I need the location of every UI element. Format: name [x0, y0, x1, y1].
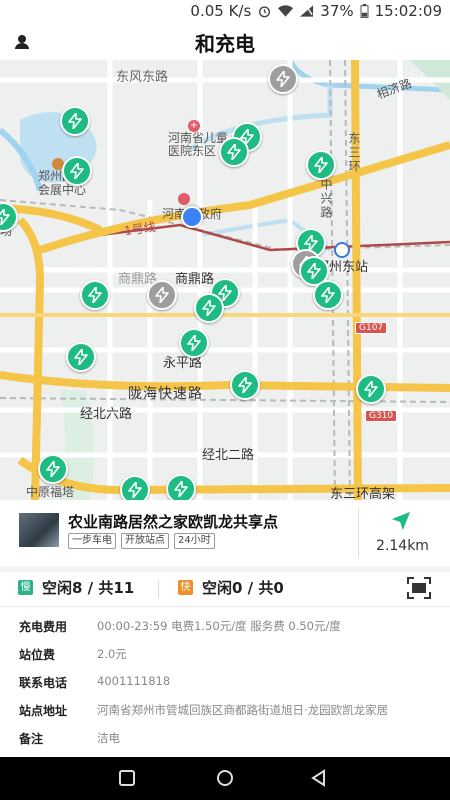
info-label: 站位费: [19, 648, 56, 662]
network-speed: 0.05 K/s: [190, 2, 252, 20]
map-label-dongsanhuan: 东三环: [347, 132, 361, 174]
station-distance: 2.14km: [376, 538, 429, 554]
lightning-bolt-icon: [314, 157, 328, 173]
charging-station-marker[interactable]: [219, 137, 249, 167]
clock: 15:02:09: [374, 2, 442, 20]
station-thumbnail: [19, 513, 59, 547]
charging-station-marker[interactable]: [356, 374, 386, 404]
charging-station-marker[interactable]: [230, 370, 260, 400]
charging-station-marker[interactable]: [120, 475, 150, 500]
signal-icon: [300, 5, 314, 17]
charging-station-marker[interactable]: [66, 342, 96, 372]
lightning-bolt-icon: [88, 287, 102, 303]
route-shield-g107: G107: [355, 322, 388, 334]
charging-station-marker[interactable]: [313, 280, 343, 310]
info-value: 洁电: [97, 731, 120, 745]
charging-station-marker[interactable]: [60, 106, 90, 136]
lightning-bolt-icon: [46, 461, 60, 477]
station-card[interactable]: 农业南路居然之家欧凯龙共享点 一步车电 开放站点 24小时 2.14km: [0, 500, 450, 567]
station-tags: 一步车电 开放站点 24小时: [68, 533, 215, 549]
info-label: 站点地址: [19, 704, 68, 718]
charging-station-marker[interactable]: [179, 328, 209, 358]
scan-icon[interactable]: [407, 577, 431, 599]
lightning-bolt-icon: [307, 263, 321, 279]
station-name: 农业南路居然之家欧凯龙共享点: [68, 513, 279, 531]
title-bar: 和充电: [0, 24, 450, 60]
info-value: 00:00-23:59 电费1.50元/度 服务费 0.50元/度: [97, 619, 341, 633]
battery-icon: [360, 4, 369, 18]
slow-availability: 空闲8 / 共11: [42, 579, 135, 597]
info-value: 2.0元: [97, 647, 127, 661]
info-value[interactable]: 4001111818: [97, 674, 170, 688]
lightning-bolt-icon: [74, 349, 88, 365]
government-icon: [178, 193, 190, 205]
lightning-bolt-icon: [128, 482, 142, 498]
system-nav-bar: [0, 757, 450, 800]
station-tag: 24小时: [174, 533, 215, 549]
station-info: 充电费用 00:00-23:59 电费1.50元/度 服务费 0.50元/度 站…: [0, 610, 450, 750]
charging-station-marker[interactable]: [80, 280, 110, 310]
alarm-icon: [259, 6, 271, 18]
map-label-zhongyuan-futa: 中原福塔: [26, 485, 75, 499]
info-label: 充电费用: [19, 620, 68, 634]
lightning-bolt-icon: [187, 335, 201, 351]
station-tag: 一步车电: [68, 533, 116, 549]
map-label-longhai-expwy: 陇海快速路: [128, 386, 203, 402]
info-row-fee: 充电费用 00:00-23:59 电费1.50元/度 服务费 0.50元/度: [0, 610, 450, 638]
info-label: 备注: [19, 732, 44, 746]
info-row-address: 站点地址 河南省郑州市管城回族区商都路街道旭日·龙园欧凯龙家居: [0, 694, 450, 722]
card-divider: [358, 508, 359, 558]
charging-station-marker[interactable]: [62, 156, 92, 186]
charging-station-marker[interactable]: [268, 64, 298, 94]
wifi-icon: [278, 5, 294, 17]
availability-bar: 慢 空闲8 / 共11 快 空闲0 / 共0: [0, 572, 450, 607]
map-label-jingbei6-rd: 经北六路: [80, 407, 133, 422]
info-row-remark: 备注 洁电: [0, 722, 450, 750]
map-view[interactable]: 东风东路 相济路 + 河南省儿童 医院东区 东三环 郑州国 会展中心 中兴路 河…: [0, 60, 450, 500]
info-value: 河南省郑州市管城回族区商都路街道旭日·龙园欧凯龙家居: [97, 703, 389, 717]
recents-icon[interactable]: [118, 769, 136, 787]
current-location-marker: [181, 206, 203, 228]
lightning-bolt-icon: [174, 481, 188, 497]
fast-availability: 空闲0 / 共0: [202, 579, 284, 597]
lightning-bolt-icon: [0, 209, 10, 225]
lightning-bolt-icon: [68, 113, 82, 129]
lightning-bolt-icon: [364, 381, 378, 397]
lightning-bolt-icon: [202, 300, 216, 316]
lightning-bolt-icon: [276, 71, 290, 87]
info-row-phone: 联系电话 4001111818: [0, 666, 450, 694]
info-row-parking-fee: 站位费 2.0元: [0, 638, 450, 666]
map-label-shangding-rd: 商鼎路: [175, 272, 215, 287]
charging-station-marker[interactable]: [38, 454, 68, 484]
app-title: 和充电: [195, 32, 255, 56]
home-icon[interactable]: [216, 769, 234, 787]
info-label: 联系电话: [19, 676, 68, 690]
map-label-jingbei2-rd: 经北二路: [202, 448, 255, 463]
station-tag: 开放站点: [121, 533, 169, 549]
availability-divider: [158, 580, 159, 598]
map-label-dongfeng-rd: 东风东路: [116, 70, 169, 85]
slow-charge-badge: 慢: [18, 580, 33, 595]
charging-station-marker[interactable]: [166, 474, 196, 500]
lightning-bolt-icon: [227, 144, 241, 160]
route-shield-g310: G310: [365, 410, 398, 422]
navigate-icon[interactable]: [390, 510, 412, 532]
status-bar: 0.05 K/s 37% 15:02:09: [0, 0, 450, 24]
charging-station-marker[interactable]: [194, 293, 224, 323]
map-label-dongsanhuan-elevated: 东三环高架: [330, 487, 396, 500]
battery-percent: 37%: [320, 2, 354, 20]
lightning-bolt-icon: [155, 287, 169, 303]
lightning-bolt-icon: [238, 377, 252, 393]
back-icon[interactable]: [310, 769, 328, 787]
charging-station-marker[interactable]: [306, 150, 336, 180]
fast-charge-badge: 快: [178, 580, 193, 595]
lightning-bolt-icon: [321, 287, 335, 303]
map-label-zhongxing-rd: 中兴路: [319, 178, 333, 220]
charging-station-marker[interactable]: [147, 280, 177, 310]
lightning-bolt-icon: [70, 163, 84, 179]
